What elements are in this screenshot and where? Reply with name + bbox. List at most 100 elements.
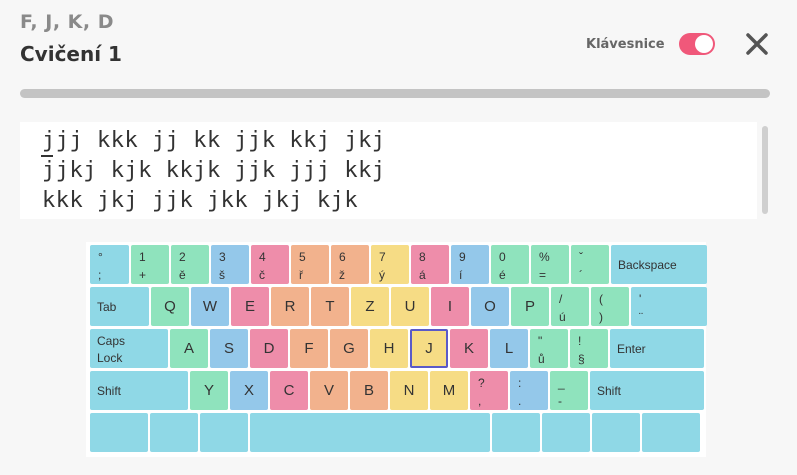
key-d[interactable]: D bbox=[250, 329, 288, 368]
key-modifier[interactable] bbox=[542, 413, 590, 452]
key-j[interactable]: J bbox=[410, 329, 448, 368]
exercise-line: kkk jkj jjk jkk jkj kjk bbox=[42, 188, 359, 213]
key-symbol[interactable]: ˇ ´ bbox=[571, 245, 609, 284]
key-a[interactable]: A bbox=[170, 329, 208, 368]
key-label: L bbox=[504, 340, 514, 357]
key-h[interactable]: H bbox=[370, 329, 408, 368]
key-symbol[interactable]: °; bbox=[90, 245, 129, 284]
key-modifier[interactable] bbox=[642, 413, 700, 452]
key-r[interactable]: R bbox=[271, 287, 309, 326]
key-shift[interactable]: Shift bbox=[90, 371, 188, 410]
key-i[interactable]: I bbox=[431, 287, 469, 326]
key-l[interactable]: L bbox=[490, 329, 528, 368]
key-o[interactable]: O bbox=[471, 287, 509, 326]
key-label-top: 3 bbox=[219, 250, 226, 264]
text-cursor bbox=[41, 155, 53, 157]
key-label-bottom: ´ bbox=[579, 268, 583, 282]
key-u[interactable]: U bbox=[391, 287, 429, 326]
key-label-bottom: . bbox=[518, 394, 522, 408]
key-symbol[interactable]: " ů bbox=[530, 329, 568, 368]
key-symbol[interactable]: :. bbox=[510, 371, 548, 410]
key-label: Y bbox=[203, 382, 214, 399]
key-label-bottom: ů bbox=[538, 352, 545, 366]
key-symbol[interactable]: ?, bbox=[470, 371, 508, 410]
key-symbol[interactable]: ' ¨ bbox=[631, 287, 707, 326]
key-symbol[interactable]: 5ř bbox=[291, 245, 329, 284]
key-label: W bbox=[202, 298, 218, 315]
key-modifier[interactable] bbox=[492, 413, 540, 452]
key-modifier[interactable] bbox=[592, 413, 640, 452]
key-z[interactable]: Z bbox=[351, 287, 389, 326]
key-label-bottom: š bbox=[219, 268, 225, 282]
key-symbol[interactable]: 0é bbox=[491, 245, 529, 284]
key-symbol[interactable]: () bbox=[591, 287, 629, 326]
key-symbol[interactable]: 4č bbox=[251, 245, 289, 284]
key-symbol[interactable]: 2ě bbox=[171, 245, 209, 284]
key-label: Q bbox=[164, 298, 176, 315]
key-label: G bbox=[343, 340, 355, 357]
key-label-top: ' bbox=[639, 292, 642, 306]
key-modifier[interactable] bbox=[90, 413, 148, 452]
close-button[interactable] bbox=[744, 31, 770, 57]
keyboard-toggle[interactable] bbox=[679, 33, 715, 55]
key-e[interactable]: E bbox=[231, 287, 269, 326]
key-label: B bbox=[363, 382, 374, 399]
key-label: P bbox=[524, 298, 535, 315]
key-x[interactable]: X bbox=[230, 371, 268, 410]
key-symbol[interactable]: _ - bbox=[550, 371, 588, 410]
key-symbol[interactable]: % = bbox=[531, 245, 569, 284]
key-m[interactable]: M bbox=[430, 371, 468, 410]
lesson-subtitle: F, J, K, D bbox=[20, 11, 114, 33]
key-symbol[interactable]: 6ž bbox=[331, 245, 369, 284]
key-label: S bbox=[223, 340, 234, 357]
key-label-bottom: é bbox=[499, 268, 506, 282]
key-label: Shift bbox=[97, 384, 122, 398]
key-label: V bbox=[323, 382, 334, 399]
key-symbol[interactable]: ! § bbox=[570, 329, 608, 368]
key-label: T bbox=[325, 298, 335, 315]
key-v[interactable]: V bbox=[310, 371, 348, 410]
key-symbol[interactable]: 3š bbox=[211, 245, 249, 284]
text-scrollbar[interactable] bbox=[762, 126, 768, 214]
key-label: Enter bbox=[617, 342, 646, 356]
key-symbol[interactable]: 7ý bbox=[371, 245, 409, 284]
key-b[interactable]: B bbox=[350, 371, 388, 410]
key-label-bottom: ¨ bbox=[639, 310, 643, 324]
key-label-top: 6 bbox=[339, 250, 346, 264]
key-label-top: ! bbox=[578, 334, 582, 348]
key-label-bottom: č bbox=[259, 268, 265, 282]
key-label-top: 7 bbox=[379, 250, 386, 264]
key-p[interactable]: P bbox=[511, 287, 549, 326]
key-y[interactable]: Y bbox=[190, 371, 228, 410]
key-label-top: ° bbox=[98, 250, 103, 264]
key-w[interactable]: W bbox=[191, 287, 229, 326]
key-space[interactable] bbox=[250, 413, 490, 452]
key-caps[interactable]: Caps Lock bbox=[90, 329, 168, 368]
key-label: O bbox=[484, 298, 496, 315]
key-label-bottom: § bbox=[578, 352, 585, 366]
key-g[interactable]: G bbox=[330, 329, 368, 368]
key-symbol[interactable]: / ú bbox=[551, 287, 589, 326]
key-label-bottom: ú bbox=[559, 310, 566, 324]
key-t[interactable]: T bbox=[311, 287, 349, 326]
key-modifier[interactable] bbox=[200, 413, 248, 452]
key-modifier[interactable] bbox=[150, 413, 198, 452]
key-symbol[interactable]: 9í bbox=[451, 245, 489, 284]
key-tab[interactable]: Tab bbox=[90, 287, 149, 326]
key-k[interactable]: K bbox=[450, 329, 488, 368]
key-s[interactable]: S bbox=[210, 329, 248, 368]
key-shift[interactable]: Shift bbox=[590, 371, 704, 410]
key-n[interactable]: N bbox=[390, 371, 428, 410]
key-c[interactable]: C bbox=[270, 371, 308, 410]
key-symbol[interactable]: 1 + bbox=[131, 245, 169, 284]
key-q[interactable]: Q bbox=[151, 287, 189, 326]
key-symbol[interactable]: 8á bbox=[411, 245, 449, 284]
key-enter[interactable]: Enter bbox=[610, 329, 704, 368]
key-label: M bbox=[442, 382, 456, 399]
key-label-bottom: + bbox=[139, 268, 147, 282]
key-label: N bbox=[403, 382, 415, 399]
key-label-top: % bbox=[539, 250, 550, 264]
key-backspace[interactable]: Backspace bbox=[611, 245, 707, 284]
key-label-bottom: ý bbox=[379, 268, 385, 282]
key-f[interactable]: F bbox=[290, 329, 328, 368]
